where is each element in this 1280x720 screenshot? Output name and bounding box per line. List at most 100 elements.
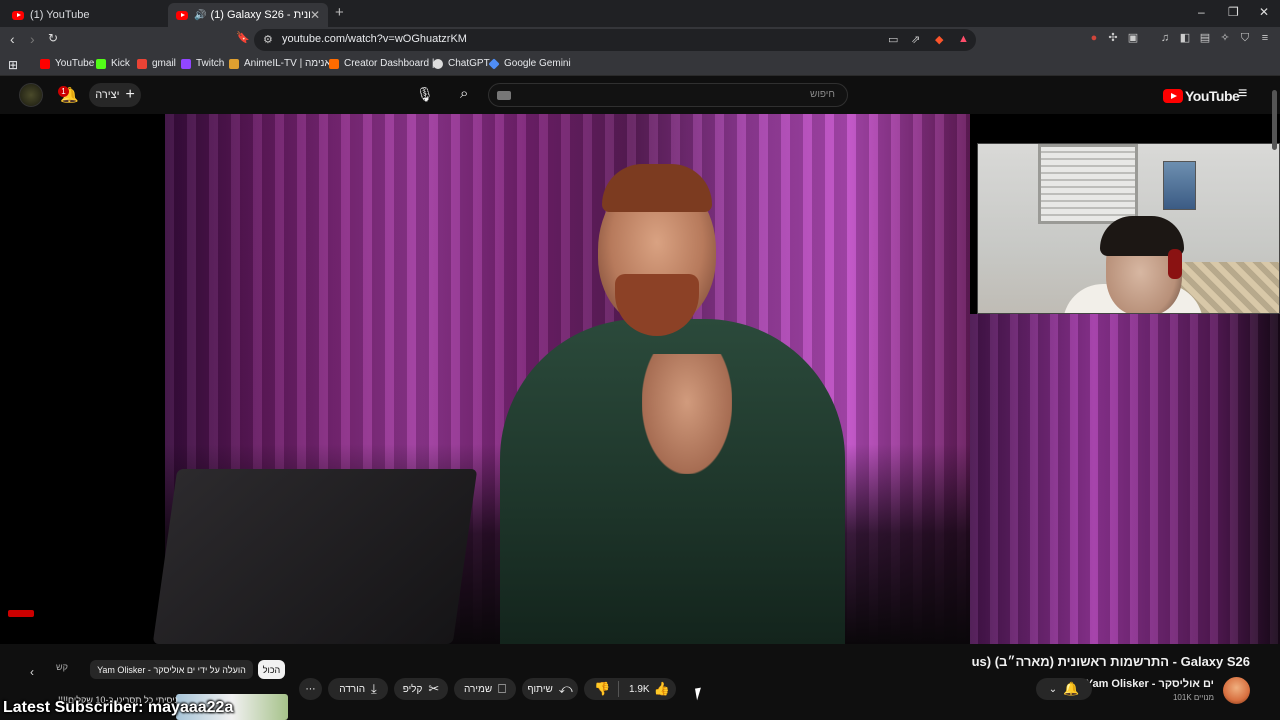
minimize-button[interactable]: – bbox=[1198, 5, 1205, 19]
extensions-puzzle-icon[interactable]: ✣ bbox=[1107, 32, 1119, 44]
rewards-icon[interactable]: ▲ bbox=[958, 33, 969, 45]
youtube-play-icon bbox=[1163, 89, 1183, 103]
hamburger-menu-icon[interactable]: ≡ bbox=[1238, 85, 1247, 103]
bookmark-kick[interactable]: Kick bbox=[96, 58, 130, 69]
site-info-icon[interactable]: ⚙ bbox=[263, 33, 273, 46]
gmail-icon bbox=[137, 58, 147, 69]
close-window-button[interactable]: ✕ bbox=[1259, 5, 1269, 19]
reload-icon[interactable]: ↻ bbox=[48, 31, 58, 45]
menu-icon[interactable]: ≡ bbox=[1259, 32, 1271, 44]
share-button[interactable]: שיתוף ⤺ bbox=[522, 678, 578, 700]
save-button[interactable]: שמירה ⎕ bbox=[454, 678, 516, 700]
share-page-icon[interactable]: ⇗ bbox=[911, 33, 920, 46]
create-button[interactable]: יצירה + bbox=[89, 83, 141, 107]
kick-icon bbox=[96, 58, 106, 69]
vpn-shield-icon[interactable]: ⛉ bbox=[1239, 32, 1251, 44]
youtube-favicon-icon bbox=[176, 10, 188, 20]
laptop-in-video bbox=[152, 469, 478, 644]
plus-icon: + bbox=[125, 86, 135, 103]
forward-arrow-icon[interactable]: › bbox=[30, 31, 35, 47]
webcam-window-blinds bbox=[1038, 144, 1138, 224]
bell-icon: 🔔 bbox=[1063, 681, 1080, 696]
scissors-icon: ✂ bbox=[428, 681, 440, 696]
more-dots-icon: ⋯ bbox=[305, 683, 316, 695]
tab-title: (1) Galaxy S26 - התרשמות ראשונית bbox=[210, 9, 310, 21]
subscription-bell-button[interactable]: ⌄ 🔔 bbox=[1036, 678, 1092, 700]
presenter-hands bbox=[642, 354, 732, 474]
bookmark-chatgpt[interactable]: ChatGPT bbox=[433, 58, 490, 69]
save-bookmark-icon: ⎕ bbox=[498, 681, 506, 696]
webcam-overlay bbox=[977, 143, 1280, 314]
download-icon: ⤓ bbox=[371, 681, 377, 696]
chips-prev-chevron-icon[interactable]: ‹ bbox=[30, 665, 34, 679]
chip-uploaded-by[interactable]: Yam Olisker - הועלה על ידי ים אוליסקר bbox=[90, 660, 253, 679]
close-tab-icon[interactable]: ✕ bbox=[310, 8, 320, 22]
video-frame-side bbox=[970, 314, 1280, 644]
audio-playing-icon[interactable]: 🔊 bbox=[194, 10, 206, 21]
video-title: Galaxy S26 - התרשמות ראשונית (מארה״ב) (u… bbox=[971, 654, 1250, 669]
headset-icon bbox=[1168, 249, 1182, 279]
bookmark-creator-dashboard[interactable]: Creator Dashboard |... bbox=[329, 58, 443, 69]
tab-youtube-home[interactable]: (1) YouTube bbox=[4, 3, 168, 27]
more-actions-button[interactable]: ⋯ bbox=[299, 678, 322, 700]
like-count[interactable]: 1.9K bbox=[629, 684, 650, 695]
notification-count-badge: 1 bbox=[58, 86, 69, 97]
bookmark-gemini[interactable]: Google Gemini bbox=[488, 57, 571, 70]
account-avatar[interactable] bbox=[19, 83, 43, 107]
stream-latest-subscriber-overlay: Latest Subscriber: mayaaa22a bbox=[3, 699, 234, 716]
back-arrow-icon[interactable]: ‹ bbox=[10, 31, 15, 47]
youtube-header: 🔔 1 יצירה + 🎙 ⌕ חיפוש YouTube ≡ bbox=[0, 77, 1280, 114]
chip-all[interactable]: הכול bbox=[258, 660, 285, 679]
extension-icon[interactable]: ● bbox=[1088, 32, 1100, 44]
search-placeholder: חיפוש bbox=[810, 89, 835, 100]
chip-related[interactable]: קש bbox=[56, 662, 68, 672]
subscriber-count: 101K מנויים bbox=[1172, 693, 1214, 702]
clip-button[interactable]: קליפ ✂ bbox=[394, 678, 448, 700]
channel-name[interactable]: Yam Olisker - ים אוליסקר bbox=[1086, 678, 1214, 690]
keyboard-icon[interactable] bbox=[497, 91, 511, 100]
mouse-cursor-icon bbox=[695, 687, 703, 701]
bookmark-youtube[interactable]: YouTube bbox=[40, 58, 94, 69]
animeil-icon bbox=[229, 58, 239, 69]
browser-toolbar: ‹ › ↻ 🔖 ⚙ youtube.com/watch?v=wOGhuatzrK… bbox=[0, 27, 1280, 53]
channel-avatar[interactable] bbox=[1223, 677, 1250, 704]
video-info-section: Galaxy S26 - התרשמות ראשונית (מארה״ב) (u… bbox=[0, 644, 1280, 720]
bookmarks-bar: ⊞ YouTube Kick gmail Twitch AnimeIL-TV |… bbox=[0, 53, 1280, 76]
gemini-icon bbox=[488, 57, 500, 70]
sidebar-icon[interactable]: ◧ bbox=[1179, 32, 1191, 44]
search-icon[interactable]: ⌕ bbox=[460, 85, 468, 102]
chatgpt-icon bbox=[433, 58, 443, 69]
share-arrow-icon: ⤺ bbox=[558, 681, 573, 696]
address-bar[interactable]: ⚙ youtube.com/watch?v=wOGhuatzrKM ▭ ⇗ ◆ … bbox=[254, 29, 976, 51]
media-control-icon[interactable]: ♫ bbox=[1159, 32, 1171, 44]
screenshot-icon[interactable]: ▣ bbox=[1127, 32, 1139, 44]
brave-shield-icon[interactable]: ◆ bbox=[935, 33, 943, 46]
search-input[interactable]: חיפוש bbox=[488, 83, 848, 107]
apps-grid-icon[interactable]: ⊞ bbox=[8, 58, 18, 72]
chevron-down-icon: ⌄ bbox=[1048, 683, 1058, 695]
download-button[interactable]: הורדה ⤓ bbox=[328, 678, 388, 700]
like-dislike-group: 👎 1.9K 👍 bbox=[584, 678, 676, 700]
page-scrollbar[interactable] bbox=[1272, 90, 1277, 150]
create-label: יצירה bbox=[95, 89, 120, 101]
webcam-wall-poster bbox=[1163, 161, 1196, 210]
voice-search-icon[interactable]: 🎙 bbox=[416, 86, 434, 103]
dislike-icon[interactable]: 👎 bbox=[594, 681, 616, 697]
cast-icon[interactable]: ▭ bbox=[888, 33, 898, 46]
leo-ai-icon[interactable]: ✧ bbox=[1219, 32, 1231, 44]
wallet-icon[interactable]: ▤ bbox=[1199, 32, 1211, 44]
bookmark-animeil[interactable]: AnimeIL-TV | אנימה... bbox=[229, 58, 339, 69]
url-text[interactable]: youtube.com/watch?v=wOGhuatzrKM bbox=[282, 33, 467, 45]
new-tab-button[interactable]: + bbox=[335, 4, 344, 21]
bookmark-gmail[interactable]: gmail bbox=[137, 58, 176, 69]
twitch-icon bbox=[181, 58, 191, 69]
tab-title: (1) YouTube bbox=[30, 9, 90, 21]
like-icon[interactable]: 👍 bbox=[654, 681, 670, 697]
tab-current-video[interactable]: 🔊 (1) Galaxy S26 - התרשמות ראשונית ✕ bbox=[168, 3, 328, 27]
youtube-favicon-icon bbox=[12, 10, 24, 20]
bookmark-twitch[interactable]: Twitch bbox=[181, 58, 224, 69]
restore-button[interactable]: ❐ bbox=[1228, 5, 1239, 19]
bookmark-icon[interactable]: 🔖 bbox=[236, 31, 250, 44]
subscribe-watermark-icon[interactable] bbox=[8, 610, 34, 617]
youtube-logo[interactable]: YouTube bbox=[1163, 88, 1240, 104]
